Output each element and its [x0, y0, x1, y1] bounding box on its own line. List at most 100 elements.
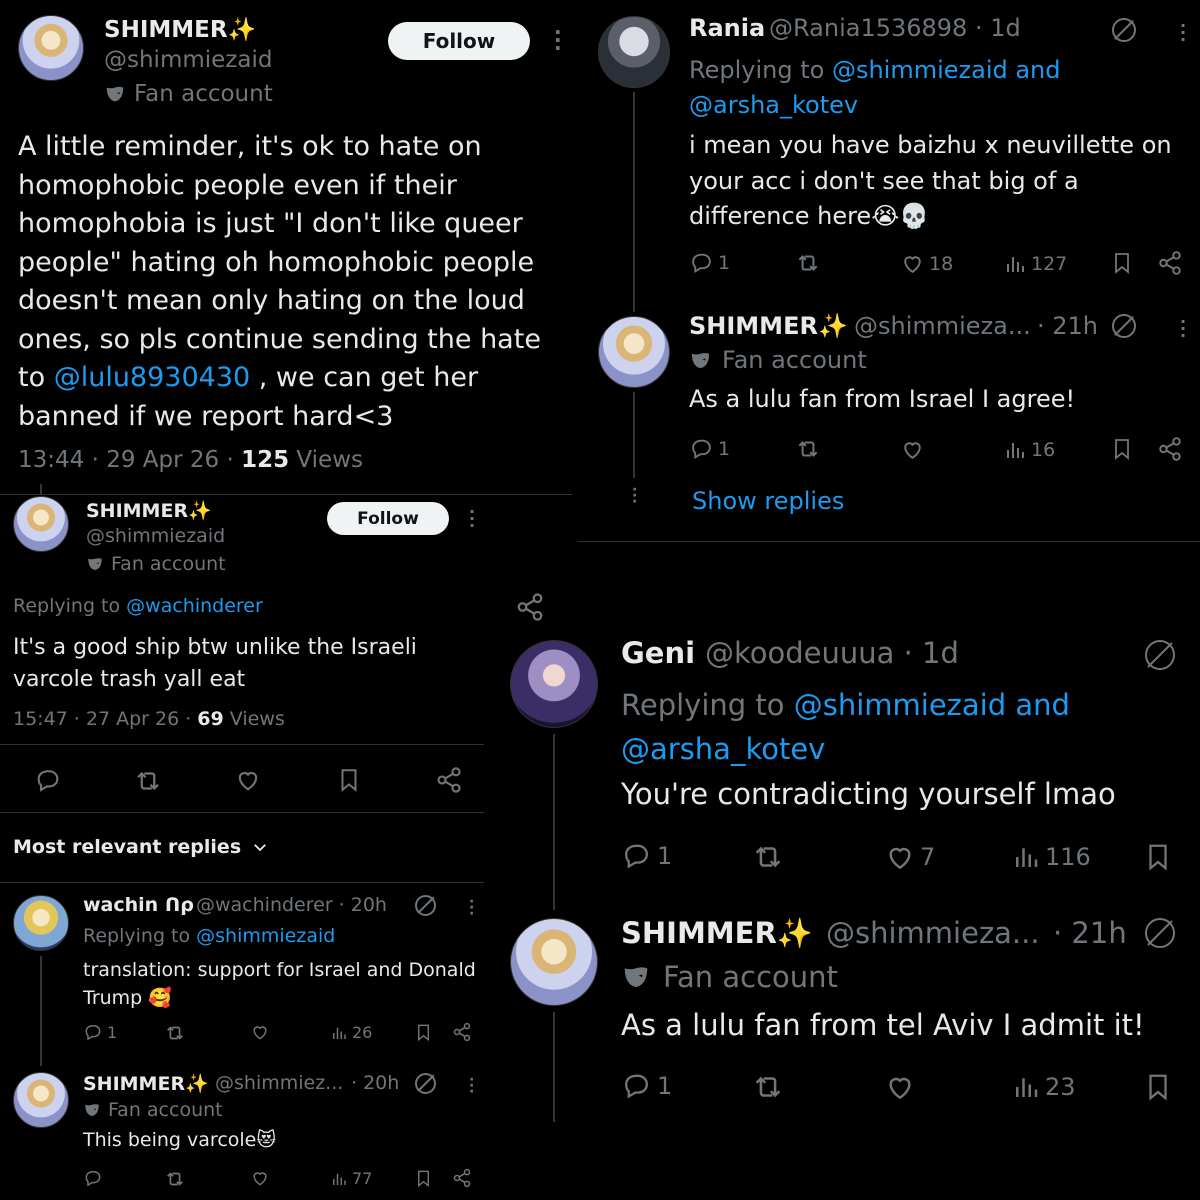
more-options-icon[interactable]: · · ·	[469, 504, 475, 534]
share-button[interactable]	[452, 1168, 472, 1188]
like-button[interactable]	[900, 437, 925, 462]
bookmark-button[interactable]	[1143, 1070, 1173, 1104]
author-name[interactable]: SHIMMER✨	[86, 499, 212, 522]
more-options-icon[interactable]: · · ·	[1180, 314, 1186, 344]
views-button[interactable]: 127	[1003, 252, 1067, 276]
reply-icon	[689, 250, 714, 275]
bookmark-button[interactable]	[1143, 840, 1173, 874]
author-name[interactable]: Rania	[689, 14, 765, 42]
mention-link[interactable]: @arsha_kotev	[621, 727, 1070, 771]
share-button[interactable]	[1157, 250, 1183, 276]
view-count: 125	[241, 447, 290, 473]
views-button[interactable]: 116	[1011, 842, 1091, 872]
author-name[interactable]: SHIMMER✨	[621, 916, 813, 951]
reply-text: translation: support for Israel and Dona…	[83, 959, 476, 1009]
retweet-button[interactable]	[795, 436, 821, 462]
author-handle[interactable]: @shimmieza...	[854, 312, 1031, 340]
bookmark-button[interactable]	[1110, 436, 1134, 462]
like-button[interactable]: 7	[884, 841, 935, 873]
views-button[interactable]: 26	[330, 1023, 372, 1042]
mention-link[interactable]: @arsha_kotev	[689, 88, 1061, 123]
share-button[interactable]	[452, 1022, 472, 1042]
follow-button[interactable]: Follow	[388, 22, 530, 60]
reply-button[interactable]: 1	[83, 1022, 117, 1042]
avatar[interactable]	[18, 15, 84, 81]
views-button[interactable]: 16	[1003, 438, 1055, 462]
author-name[interactable]: wachin ᑎ⍴	[83, 894, 194, 916]
like-button[interactable]: 18	[900, 251, 953, 276]
bookmark-button[interactable]	[414, 1168, 433, 1189]
bookmark-button[interactable]	[1110, 250, 1134, 276]
thread-line	[40, 956, 42, 1066]
author-name[interactable]: SHIMMER✨	[689, 312, 848, 340]
fan-account-label: Fan account	[104, 81, 273, 107]
retweet-button[interactable]	[751, 840, 785, 874]
mention-link[interactable]: @shimmiezaid	[196, 925, 335, 947]
author-handle[interactable]: @shimmiezaid	[86, 525, 225, 547]
more-options-icon[interactable]: · · ·	[1180, 18, 1186, 48]
author-name[interactable]: Geni	[621, 636, 695, 670]
avatar[interactable]	[510, 918, 598, 1006]
avatar[interactable]	[598, 16, 670, 88]
more-options-icon[interactable]: · · ·	[469, 895, 474, 921]
mask-icon	[689, 349, 712, 372]
heart-icon	[250, 1168, 270, 1188]
reply-button[interactable]: 1	[621, 840, 672, 871]
heart-icon	[250, 1022, 270, 1042]
retweet-button[interactable]	[795, 250, 821, 276]
like-button[interactable]	[250, 1022, 270, 1042]
reply-icon	[621, 1070, 652, 1101]
replying-to: Replying to @shimmiezaid and @arsha_kote…	[689, 53, 1061, 123]
retweet-icon	[795, 436, 821, 462]
retweet-button[interactable]	[751, 1070, 785, 1104]
avatar[interactable]	[510, 640, 598, 728]
share-button[interactable]	[1157, 436, 1183, 462]
tweet-text: A little reminder, it's ok to hate on ho…	[18, 131, 541, 432]
show-replies-link[interactable]: Show replies	[692, 487, 844, 515]
avatar[interactable]	[598, 316, 670, 388]
like-button[interactable]	[250, 1168, 270, 1188]
bookmark-button[interactable]	[414, 1022, 433, 1043]
author-handle[interactable]: @koodeuuua · 1d	[705, 636, 959, 670]
thread-line	[633, 92, 635, 312]
reply-icon	[689, 436, 714, 461]
reply-button[interactable]: 1	[621, 1070, 672, 1101]
like-button[interactable]	[884, 1071, 916, 1103]
mention-link[interactable]: @shimmiezaid and	[794, 688, 1070, 722]
bookmark-button[interactable]	[336, 766, 362, 794]
author-handle[interactable]: @Rania1536898 · 1d	[769, 14, 1021, 42]
author-handle[interactable]: @shimmiezaid	[104, 47, 272, 73]
share-button[interactable]	[435, 766, 463, 794]
reply-button[interactable]	[83, 1168, 103, 1188]
views-button[interactable]: 23	[1011, 1072, 1076, 1102]
sort-replies-dropdown[interactable]: Most relevant replies	[13, 836, 269, 858]
mention-link[interactable]: @lulu8930430	[54, 362, 250, 393]
share-icon[interactable]	[515, 592, 545, 622]
retweet-button[interactable]	[164, 1168, 186, 1190]
reply-button[interactable]	[34, 766, 62, 794]
author-name[interactable]: SHIMMER✨	[83, 1072, 209, 1095]
mention-link[interactable]: @wachinderer	[126, 595, 263, 617]
author-name[interactable]: SHIMMER✨	[104, 16, 256, 43]
avatar[interactable]	[13, 1072, 69, 1128]
share-icon	[452, 1022, 472, 1042]
author-handle[interactable]: @wachinderer · 20h	[196, 894, 387, 916]
more-options-icon[interactable]: · · ·	[469, 1073, 474, 1099]
reply-button[interactable]: 1	[689, 436, 730, 461]
thread-line	[553, 734, 555, 910]
not-allowed-icon	[1145, 640, 1175, 670]
follow-button[interactable]: Follow	[327, 502, 449, 535]
views-button[interactable]: 77	[330, 1169, 372, 1188]
more-replies-icon: · · ·	[632, 482, 638, 510]
like-button[interactable]	[234, 766, 262, 794]
avatar[interactable]	[13, 895, 69, 951]
divider	[0, 744, 484, 745]
author-handle[interactable]: @shimmiez...	[215, 1072, 343, 1094]
author-handle[interactable]: @shimmieza...	[826, 916, 1040, 950]
more-options-icon[interactable]: · · ·	[554, 22, 562, 58]
mention-link[interactable]: @shimmiezaid and	[832, 56, 1061, 84]
retweet-button[interactable]	[164, 1022, 186, 1044]
avatar[interactable]	[13, 496, 69, 552]
reply-button[interactable]: 1	[689, 250, 730, 275]
retweet-button[interactable]	[133, 766, 163, 796]
